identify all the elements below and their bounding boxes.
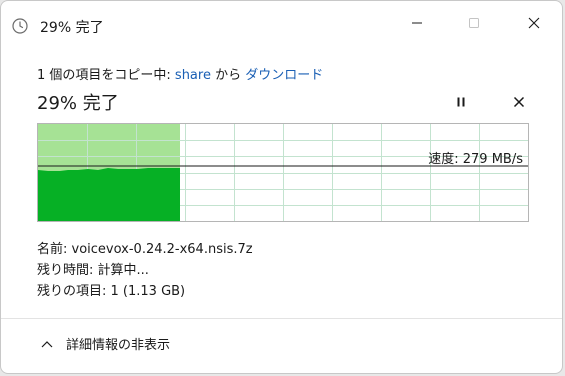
window-title: 29% 完了 xyxy=(40,20,104,36)
pause-button[interactable] xyxy=(450,91,472,113)
speed-graph-canvas xyxy=(38,124,528,221)
close-icon xyxy=(528,17,540,29)
pause-icon xyxy=(457,97,465,107)
file-name-line: 名前: voicevox-0.24.2-x64.nsis.7z xyxy=(37,242,253,257)
time-remaining-line: 残り時間: 計算中... xyxy=(37,263,149,278)
minimize-icon xyxy=(412,22,422,24)
maximize-icon xyxy=(469,18,479,28)
footer-divider xyxy=(1,318,562,319)
close-window-button[interactable] xyxy=(506,1,562,45)
chevron-up-icon xyxy=(41,340,53,347)
items-remaining-line: 残りの項目: 1 (1.13 GB) xyxy=(37,284,186,299)
speed-label: 速度: 279 MB/s xyxy=(428,152,523,167)
copy-status-middle: から xyxy=(210,68,246,83)
source-folder-link[interactable]: share xyxy=(175,68,211,83)
transfer-speed-graph: 速度: 279 MB/s xyxy=(37,123,529,222)
throughput-area xyxy=(38,168,180,221)
destination-folder-link[interactable]: ダウンロード xyxy=(245,68,323,83)
progress-heading: 29% 完了 xyxy=(37,93,119,114)
hide-details-label: 詳細情報の非表示 xyxy=(66,338,171,353)
minimize-button[interactable] xyxy=(389,1,445,45)
maximize-button xyxy=(446,1,502,45)
copy-status-prefix: 1 個の項目をコピー中: xyxy=(37,68,175,83)
file-details: 名前: voicevox-0.24.2-x64.nsis.7z 残り時間: 計算… xyxy=(37,239,253,302)
copy-status-line: 1 個の項目をコピー中: share から ダウンロード xyxy=(37,64,323,83)
hide-details-button[interactable]: 詳細情報の非表示 xyxy=(41,334,170,353)
title-bar[interactable]: 29% 完了 xyxy=(1,1,562,49)
copy-progress-dialog: 29% 完了 1 個の項目をコピー中: share から ダウンロード 29% … xyxy=(0,0,563,374)
close-icon xyxy=(513,96,525,108)
clock-icon xyxy=(12,18,28,34)
cancel-copy-button[interactable] xyxy=(508,91,530,113)
